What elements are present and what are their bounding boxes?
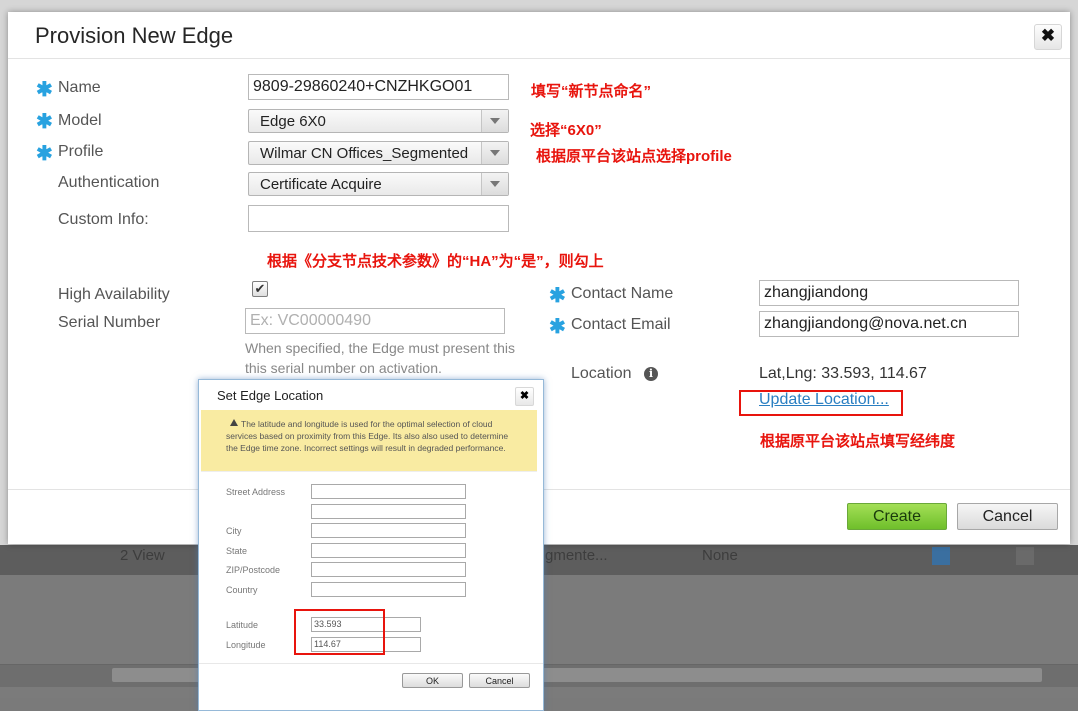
street-address-input-1[interactable]	[311, 484, 466, 499]
country-label: Country	[226, 585, 258, 595]
state-label: State	[226, 546, 248, 556]
modal-footer-divider	[199, 663, 543, 664]
annotation-location-hint: 根据原平台该站点填写经纬度	[760, 433, 956, 450]
zip-label: ZIP/Postcode	[226, 565, 281, 575]
close-dialog-button[interactable]: ✖	[1034, 24, 1062, 50]
cancel-button[interactable]: Cancel	[957, 503, 1058, 530]
set-edge-location-modal: Set Edge Location ✖ The latitude and lon…	[198, 379, 544, 711]
chevron-down-icon	[481, 110, 508, 132]
required-asterisk-icon: ✱	[36, 143, 53, 165]
profile-label: Profile	[58, 143, 104, 160]
serial-number-label: Serial Number	[58, 314, 161, 331]
highlight-box-lat-lng	[294, 609, 385, 655]
background-row-cell: gmente...	[545, 547, 608, 564]
modal-title: Set Edge Location	[217, 388, 324, 403]
annotation-name-hint: 填写“新节点命名”	[531, 83, 652, 100]
background-row-cell: 2 View	[120, 547, 165, 564]
warning-text: The latitude and longitude is used for t…	[226, 419, 509, 453]
create-button[interactable]: Create	[847, 503, 947, 530]
zip-input[interactable]	[311, 562, 466, 577]
high-availability-checkbox[interactable]: ✔	[252, 281, 268, 297]
high-availability-label: High Availability	[58, 286, 170, 303]
highlight-box-update-location	[739, 390, 903, 416]
name-label: Name	[58, 79, 101, 96]
location-value: Lat,Lng: 33.593, 114.67	[759, 365, 927, 382]
profile-select[interactable]: Wilmar CN Offices_Segmented	[248, 141, 509, 165]
close-modal-button[interactable]: ✖	[515, 387, 534, 406]
annotation-model-hint: 选择“6X0”	[530, 122, 602, 139]
dialog-title: Provision New Edge	[35, 23, 234, 48]
country-input[interactable]	[311, 582, 466, 597]
custom-info-label: Custom Info:	[58, 211, 149, 228]
header-divider	[8, 58, 1070, 59]
city-label: City	[226, 526, 242, 536]
profile-select-value: Wilmar CN Offices_Segmented	[260, 145, 469, 162]
background-row-cell: None	[702, 547, 738, 564]
warning-banner: The latitude and longitude is used for t…	[201, 410, 537, 472]
authentication-select-value: Certificate Acquire	[260, 176, 382, 193]
background-row-icon	[1016, 547, 1034, 565]
serial-number-note: this serial number on activation.	[245, 360, 442, 376]
model-select-value: Edge 6X0	[260, 113, 326, 130]
serial-number-note: When specified, the Edge must present th…	[245, 340, 516, 356]
name-input[interactable]: 9809-29860240+CNZHKGO01	[248, 74, 509, 100]
modal-cancel-button[interactable]: Cancel	[469, 673, 530, 688]
street-address-input-2[interactable]	[311, 504, 466, 519]
model-select[interactable]: Edge 6X0	[248, 109, 509, 133]
info-icon[interactable]: i	[644, 367, 658, 381]
model-label: Model	[58, 112, 102, 129]
location-label: Location	[571, 365, 632, 382]
serial-number-input[interactable]: Ex: VC00000490	[245, 308, 505, 334]
city-input[interactable]	[311, 523, 466, 538]
required-asterisk-icon: ✱	[36, 111, 53, 133]
modal-ok-button[interactable]: OK	[402, 673, 463, 688]
custom-info-input[interactable]	[248, 205, 509, 232]
contact-name-input[interactable]: zhangjiandong	[759, 280, 1019, 306]
annotation-profile-hint: 根据原平台该站点选择profile	[536, 148, 732, 165]
authentication-label: Authentication	[58, 174, 160, 191]
authentication-select[interactable]: Certificate Acquire	[248, 172, 509, 196]
chevron-down-icon	[481, 142, 508, 164]
contact-name-label: Contact Name	[571, 285, 674, 302]
contact-email-label: Contact Email	[571, 316, 671, 333]
chevron-down-icon	[481, 173, 508, 195]
state-input[interactable]	[311, 543, 466, 558]
background-row-icon	[932, 547, 950, 565]
latitude-label: Latitude	[226, 620, 259, 630]
annotation-ha-hint: 根据《分支节点技术参数》的“HA”为“是”，则勾上	[267, 253, 604, 270]
contact-email-input[interactable]: zhangjiandong@nova.net.cn	[759, 311, 1019, 337]
required-asterisk-icon: ✱	[549, 316, 566, 338]
required-asterisk-icon: ✱	[36, 79, 53, 101]
street-address-label: Street Address	[226, 487, 286, 497]
required-asterisk-icon: ✱	[549, 285, 566, 307]
longitude-label: Longitude	[226, 640, 266, 650]
